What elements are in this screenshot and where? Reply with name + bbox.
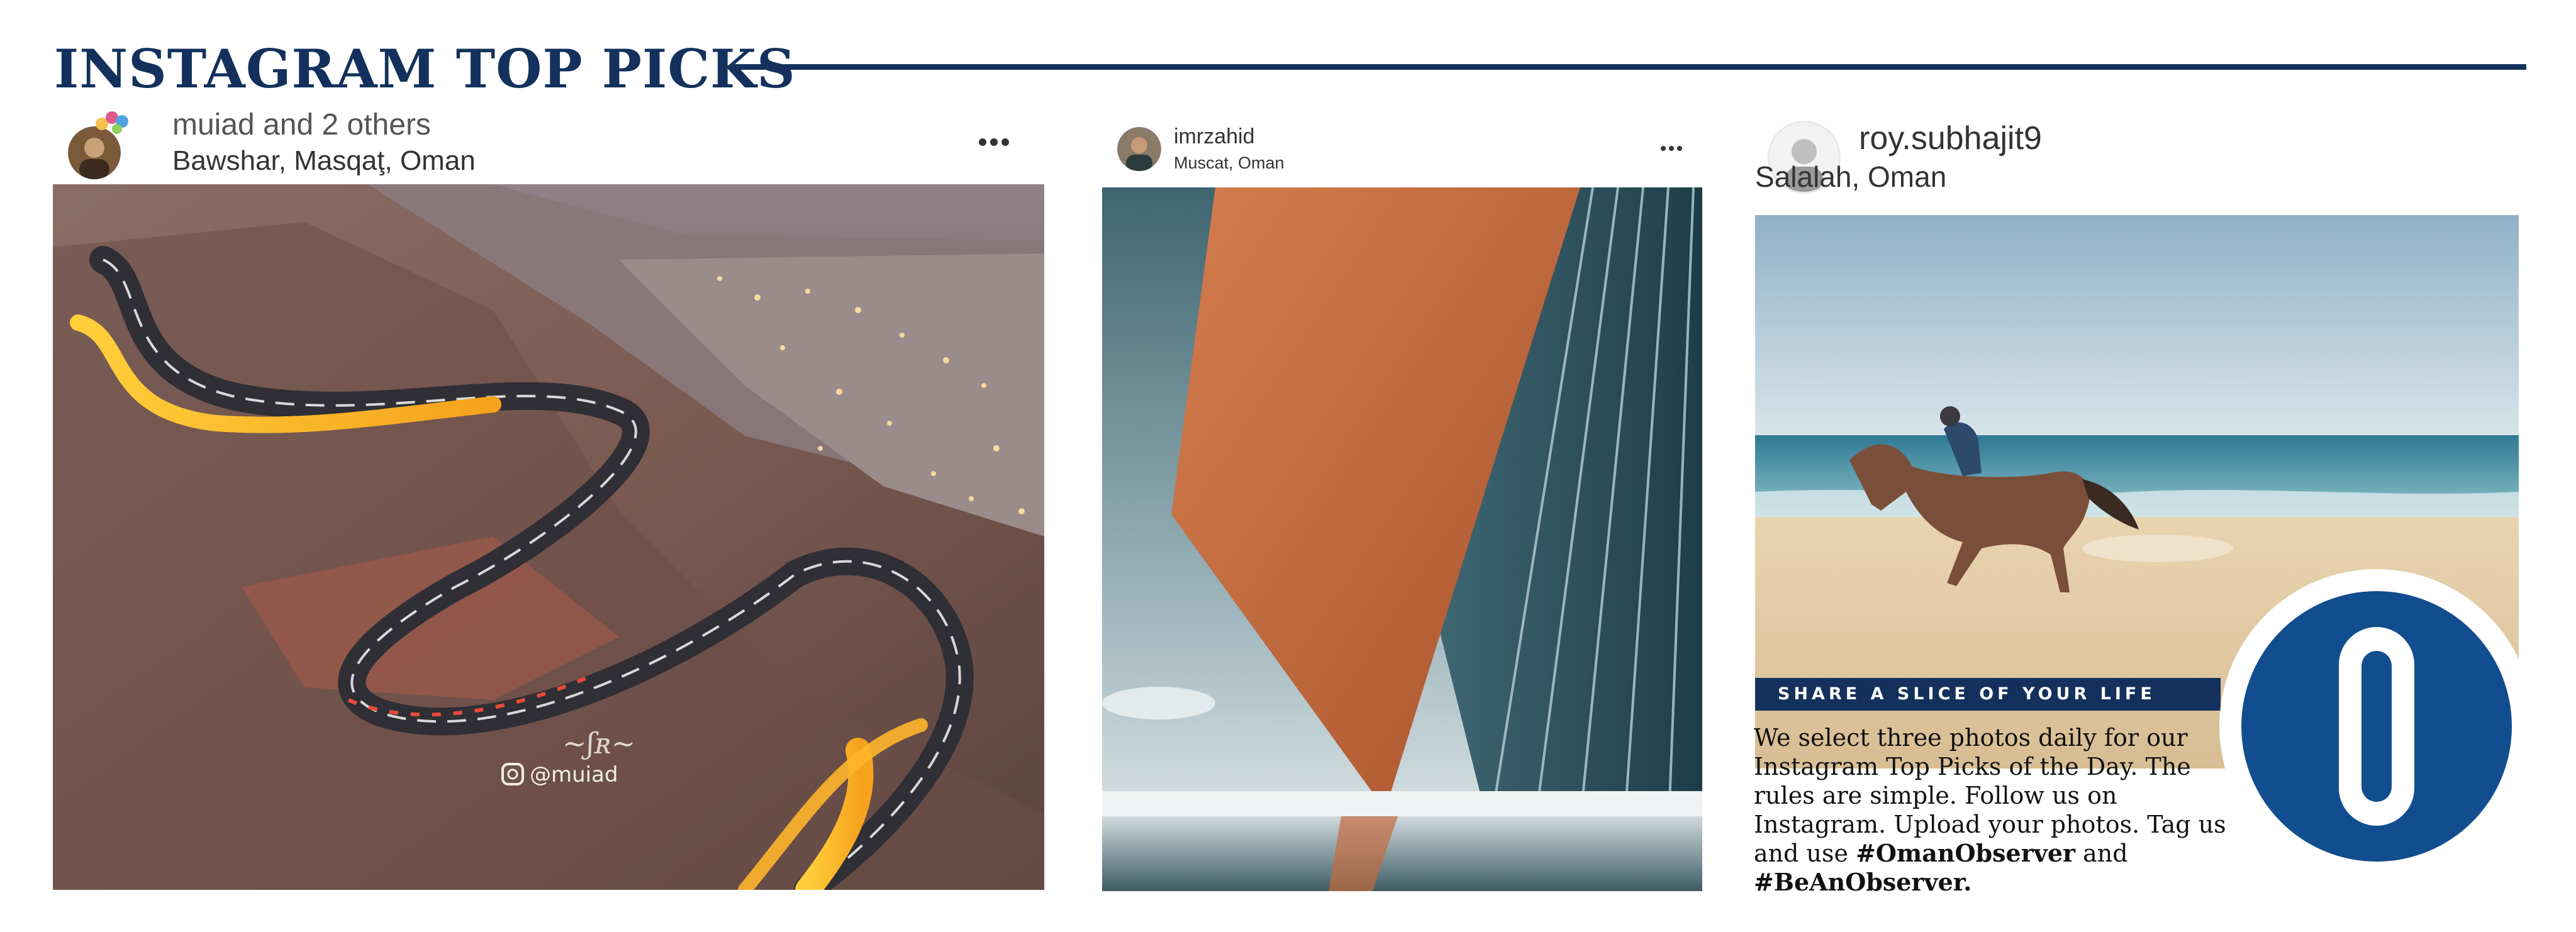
post-username[interactable]: roy.subhajit9 [1859, 119, 2042, 157]
page-title: INSTAGRAM TOP PICKS [54, 38, 796, 100]
more-options-icon[interactable] [1661, 146, 1682, 151]
post-username[interactable]: muiad and 2 others [172, 108, 431, 142]
watermark-handle: @muiad [530, 762, 618, 787]
page-header: INSTAGRAM TOP PICKS [54, 33, 2526, 102]
username-text[interactable]: muiad [172, 108, 255, 141]
post-header: muiad and 2 others Bawshar, Masqaţ, Oman [53, 104, 1044, 184]
avatar[interactable] [1117, 127, 1161, 171]
post-location[interactable]: Bawshar, Masqaţ, Oman [172, 145, 476, 177]
instagram-post-2: imrzahid Muscat, Oman [1102, 113, 1702, 891]
copper-building-reflection-icon [1102, 187, 1702, 891]
post-location[interactable]: Muscat, Oman [1174, 153, 1285, 173]
username-suffix: and 2 others [254, 108, 431, 141]
winding-mountain-road-night-icon: ~ʃʀ~ @muiad [53, 184, 1044, 890]
share-copy: We select three photos daily for our Ins… [1754, 723, 2238, 897]
instagram-post-1: muiad and 2 others Bawshar, Masqaţ, Oman [53, 104, 1044, 890]
share-connector: and [2075, 840, 2128, 867]
svg-text:~ʃʀ~: ~ʃʀ~ [562, 726, 635, 760]
post-photo: ~ʃʀ~ @muiad [53, 184, 1044, 890]
post-username[interactable]: imrzahid [1174, 125, 1254, 149]
post-header: imrzahid Muscat, Oman [1102, 113, 1702, 187]
hashtag-be-an-observer[interactable]: #BeAnObserver. [1754, 868, 1972, 896]
hashtag-oman-observer[interactable]: #OmanObserver [1856, 839, 2075, 867]
more-options-icon[interactable] [979, 138, 1009, 146]
header-divider [733, 64, 2526, 70]
post-photo [1102, 187, 1702, 891]
post-location[interactable]: Salalah, Oman [1755, 160, 1946, 194]
story-ring-icon [96, 111, 128, 134]
post-header: roy.subhajit9 Salalah, Oman [1755, 107, 2519, 215]
share-banner: SHARE A SLICE OF YOUR LIFE [1755, 678, 2221, 711]
oman-observer-logo-icon [2219, 569, 2534, 884]
